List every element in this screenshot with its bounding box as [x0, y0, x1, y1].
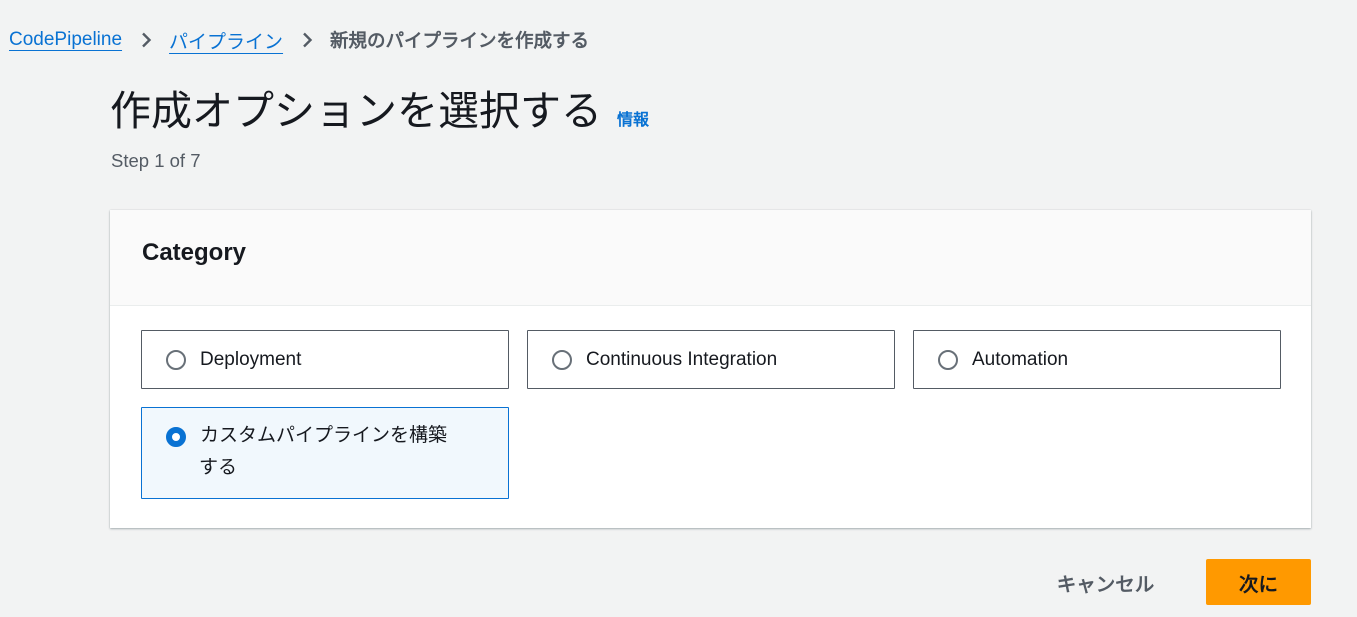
info-link[interactable]: 情報: [617, 106, 649, 130]
breadcrumb-link-codepipeline[interactable]: CodePipeline: [9, 29, 122, 51]
breadcrumb-link-pipelines[interactable]: パイプライン: [169, 27, 283, 54]
option-label: Automation: [972, 349, 1069, 370]
chevron-right-icon: [122, 26, 169, 54]
option-custom-pipeline[interactable]: カスタムパイプラインを構築 する: [141, 407, 509, 499]
step-indicator: Step 1 of 7: [111, 150, 201, 171]
breadcrumb: CodePipeline パイプライン 新規のパイプラインを作成する: [9, 26, 589, 54]
option-automation[interactable]: Automation: [913, 330, 1281, 389]
radio-button-selected[interactable]: [166, 427, 186, 447]
page-header: 作成オプションを選択する 情報: [110, 84, 649, 138]
radio-button[interactable]: [552, 350, 572, 370]
option-label-line-2: する: [199, 457, 238, 478]
next-button[interactable]: 次に: [1206, 559, 1311, 605]
category-container: Category Deployment Continuous Integrati…: [110, 210, 1311, 528]
option-label-line-1: カスタムパイプラインを構築: [200, 425, 448, 446]
chevron-right-icon: [283, 26, 330, 54]
breadcrumb-current: 新規のパイプラインを作成する: [330, 30, 590, 51]
cancel-button[interactable]: キャンセル: [1034, 559, 1177, 605]
option-deployment[interactable]: Deployment: [141, 330, 509, 389]
category-heading: Category: [142, 239, 247, 266]
option-label: Continuous Integration: [586, 349, 778, 370]
option-continuous-integration[interactable]: Continuous Integration: [527, 330, 895, 389]
option-label: Deployment: [200, 349, 302, 370]
container-header: Category: [110, 210, 1311, 306]
radio-button[interactable]: [938, 350, 958, 370]
page-title: 作成オプションを選択する: [110, 88, 602, 134]
radio-button[interactable]: [166, 350, 186, 370]
